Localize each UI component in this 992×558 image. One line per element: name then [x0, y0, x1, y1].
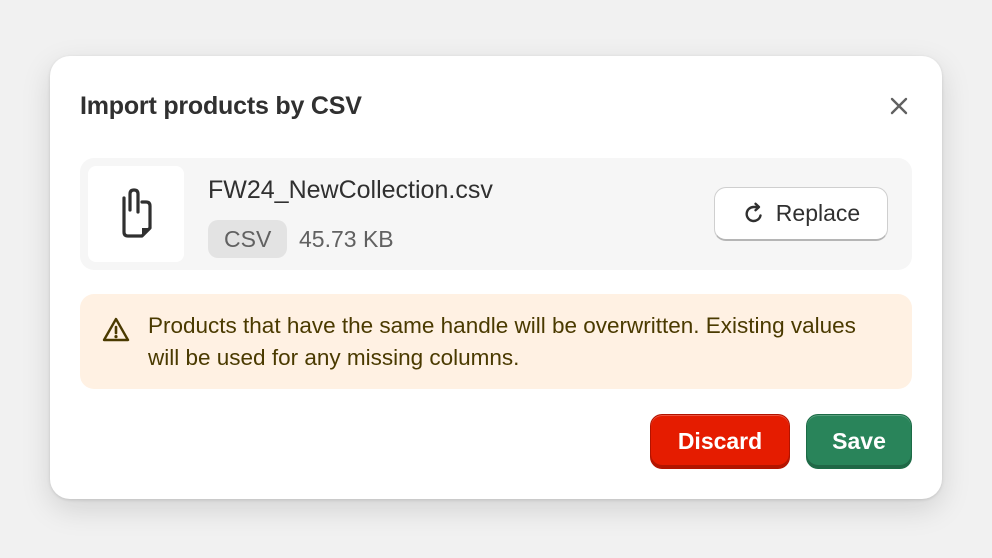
file-name: FW24_NewCollection.csv — [208, 176, 493, 204]
uploaded-file-card: FW24_NewCollection.csv CSV 45.73 KB Repl… — [80, 158, 912, 270]
modal-title: Import products by CSV — [80, 92, 362, 120]
warning-triangle-icon — [102, 317, 130, 342]
close-button[interactable] — [886, 93, 912, 119]
save-button[interactable]: Save — [806, 414, 912, 469]
import-products-modal: Import products by CSV FW24_NewCollectio… — [50, 56, 942, 499]
file-size: 45.73 KB — [299, 226, 394, 252]
close-icon — [890, 97, 908, 115]
replace-button[interactable]: Replace — [714, 187, 888, 241]
file-attachment-icon — [122, 188, 152, 238]
replace-button-label: Replace — [775, 200, 861, 226]
warning-banner: Products that have the same handle will … — [80, 294, 912, 389]
refresh-icon — [745, 202, 762, 222]
file-thumbnail — [88, 166, 184, 262]
discard-button[interactable]: Discard — [650, 414, 790, 469]
warning-banner-text: Products that have the same handle will … — [148, 313, 856, 370]
file-type-badge: CSV — [208, 220, 288, 258]
